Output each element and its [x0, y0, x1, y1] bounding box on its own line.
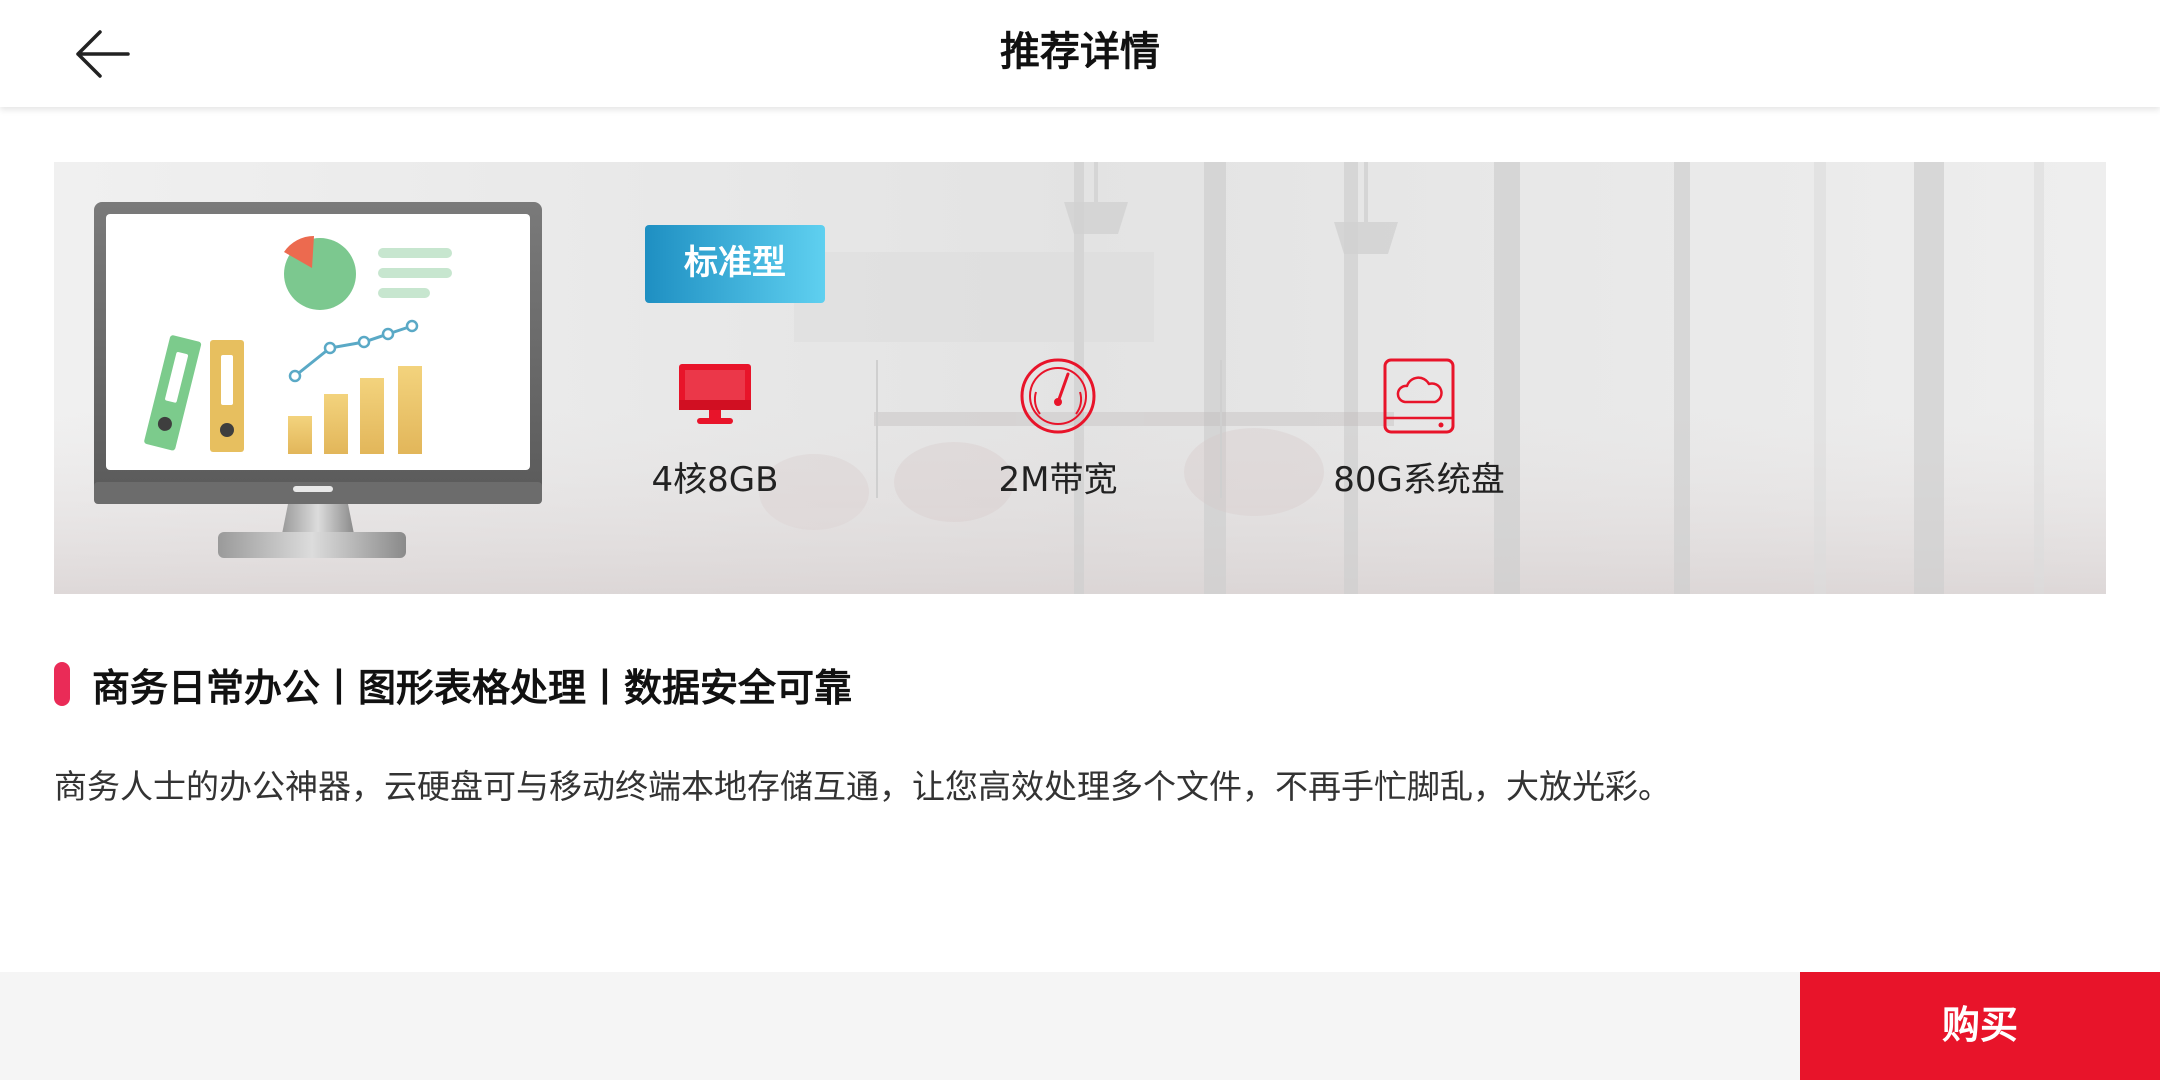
cloud-disk-icon [1383, 358, 1455, 434]
buy-button[interactable]: 购买 [1800, 972, 2160, 1080]
spec-divider [1220, 360, 1222, 498]
product-description: 商务人士的办公神器，云硬盘可与移动终端本地存储互通，让您高效处理多个文件，不再手… [54, 767, 1671, 806]
spec-label: 2M带宽 [998, 460, 1118, 500]
feature-accent-bar [54, 662, 70, 706]
spec-system-disk: 80G系统盘 [1329, 356, 1509, 506]
type-badge: 标准型 [645, 225, 825, 303]
spec-bandwidth: 2M带宽 [988, 356, 1128, 506]
page-title: 推荐详情 [1000, 29, 1160, 75]
monitor-icon [679, 364, 751, 424]
spec-cpu-memory: 4核8GB [645, 356, 785, 506]
product-banner: 标准型 4核8GB 2M带宽 80G系统盘 [54, 162, 2106, 594]
monitor-illustration [94, 202, 542, 558]
spec-label: 4核8GB [651, 460, 779, 500]
feature-text: 商务日常办公丨图形表格处理丨数据安全可靠 [92, 665, 853, 710]
top-bar: 推荐详情 [0, 0, 2160, 107]
spec-label: 80G系统盘 [1333, 460, 1505, 500]
spec-divider [876, 360, 878, 498]
speedometer-icon [1020, 358, 1096, 434]
feature-heading: 商务日常办公丨图形表格处理丨数据安全可靠 [54, 660, 852, 710]
